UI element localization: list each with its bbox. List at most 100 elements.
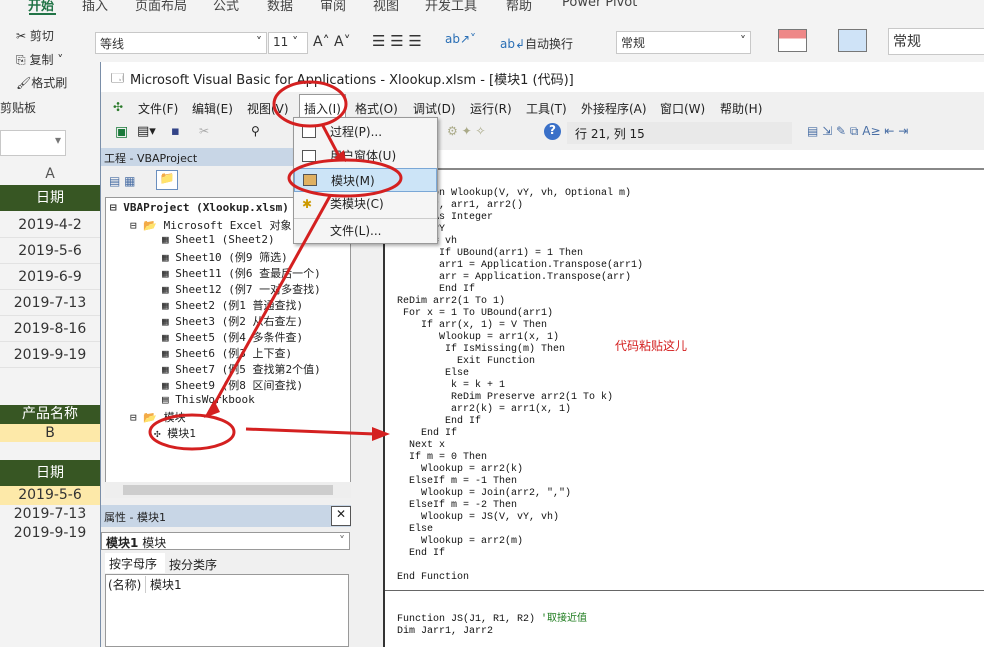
menu-debug[interactable]: 调试(D)	[413, 100, 456, 117]
tree-item[interactable]: ✣ 模块1	[154, 425, 196, 441]
align-icons[interactable]: ☰ ☰ ☰	[372, 32, 422, 50]
tab-page-layout[interactable]: 页面布局	[135, 0, 187, 14]
column-header-a[interactable]: A	[0, 166, 100, 182]
excel-icon[interactable]: ▣	[115, 124, 128, 140]
code-line[interactable]: ElseIf m = -1 Then	[397, 476, 517, 488]
cell-style-box[interactable]: 常规	[888, 28, 984, 55]
code-window[interactable]: Function Wlookup(V, vY, vh, Optional m) D…	[383, 150, 984, 647]
menu-edit[interactable]: 编辑(E)	[192, 100, 233, 117]
code-line[interactable]: ReDim Preserve arr2(1 To k)	[397, 392, 613, 404]
code-line[interactable]: Wlookup = arr2(k)	[397, 464, 523, 476]
font-name-select[interactable]: 等线 ˅	[95, 32, 267, 54]
close-properties-button[interactable]: ✕	[331, 506, 351, 526]
tree-item[interactable]: ▦ Sheet10 (例9 筛选)	[162, 249, 288, 265]
menu-item-module[interactable]: 模块(M)	[294, 168, 437, 192]
code-line[interactable]: arr2(k) = arr1(x, 1)	[397, 404, 571, 416]
tree-item[interactable]: ▦ Sheet6 (例3 上下查)	[162, 345, 292, 361]
menu-item-userform[interactable]: 用户窗体(U)	[294, 144, 437, 168]
prop-value[interactable]: 模块1	[150, 576, 182, 593]
name-box[interactable]: ▾	[0, 130, 66, 156]
code-line[interactable]: k = k + 1	[397, 380, 505, 392]
tree-item[interactable]: ▦ Sheet3 (例2 从右查左)	[162, 313, 303, 329]
scrollbar-thumb[interactable]	[123, 485, 333, 495]
cut-button[interactable]: ✂ 剪切	[16, 27, 54, 44]
date-cell[interactable]: 2019-7-13	[0, 291, 100, 316]
menu-item-class-module[interactable]: ✱ 类模块(C)	[294, 192, 437, 216]
menu-item-file[interactable]: 文件(L)...	[294, 218, 437, 242]
tree-item[interactable]: ▦ Sheet9 (例8 区间查找)	[162, 377, 303, 393]
menu-format[interactable]: 格式(O)	[355, 100, 398, 117]
tab-help[interactable]: 帮助	[506, 0, 532, 14]
properties-object-select[interactable]: 模块1 模块 ˅	[101, 532, 350, 550]
code-line[interactable]: Function JS(J1, R1, R2) '取接近值	[397, 614, 587, 626]
code-line[interactable]: ReDim arr2(1 To 1)	[397, 296, 505, 308]
tree-horizontal-scrollbar[interactable]	[105, 482, 351, 498]
code-line[interactable]: End If	[397, 428, 457, 440]
menu-tools[interactable]: 工具(T)	[526, 100, 567, 117]
tree-item[interactable]: ▦ Sheet11 (例6 查最后一个)	[162, 265, 321, 281]
code-line[interactable]: Dim Jarr1, Jarr2	[397, 626, 493, 638]
code-line[interactable]: arr1 = Application.Transpose(arr1)	[397, 260, 643, 272]
help-icon[interactable]: ?	[544, 123, 561, 140]
increase-font-icon[interactable]: A˄ A˅	[313, 34, 351, 50]
tree-item[interactable]: ▤ ThisWorkbook	[162, 393, 255, 406]
view-code-icon[interactable]: ▤ ▦	[109, 174, 136, 188]
insert-form-icon[interactable]: ▤▾	[137, 124, 156, 139]
code-line[interactable]: If IsMissing(m) Then	[397, 344, 565, 356]
tree-item[interactable]: ▦ Sheet2 (例1 普通查找)	[162, 297, 303, 313]
tab-categorized[interactable]: 按分类序	[166, 555, 221, 573]
save-icon[interactable]: ▪	[171, 124, 180, 139]
code-line[interactable]: If arr(x, 1) = V Then	[397, 320, 547, 332]
format-painter-button[interactable]: 🖌格式刷	[16, 74, 67, 91]
menu-file[interactable]: 文件(F)	[138, 100, 178, 117]
conditional-format-icon[interactable]	[778, 29, 807, 52]
menu-window[interactable]: 窗口(W)	[660, 100, 705, 117]
orientation-icon[interactable]: ab↗˅	[445, 32, 476, 46]
tree-folder[interactable]: ⊟ 📂 模块	[130, 409, 186, 425]
code-line[interactable]: ElseIf m = -2 Then	[397, 500, 517, 512]
menu-run[interactable]: 运行(R)	[470, 100, 512, 117]
date-cell[interactable]: 2019-6-9	[0, 265, 100, 290]
code-line[interactable]: For x = 1 To UBound(arr1)	[397, 308, 553, 320]
menu-help[interactable]: 帮助(H)	[720, 100, 762, 117]
tab-data[interactable]: 数据	[267, 0, 293, 14]
edit-toolbar-icons[interactable]: ▤ ⇲ ✎ ⧉ A≥ ⇤ ⇥	[807, 124, 908, 139]
cut-icon[interactable]: ✂	[199, 124, 209, 138]
date-cell[interactable]: 2019-8-16	[0, 317, 100, 342]
wrap-text-button[interactable]: ab↲自动换行	[500, 35, 573, 52]
code-line[interactable]: Wlookup = arr1(x, 1)	[397, 332, 559, 344]
date-cell[interactable]: 2019-9-19	[0, 524, 100, 543]
date-cell[interactable]: 2019-9-19	[0, 343, 100, 368]
date-cell[interactable]: 2019-4-2	[0, 213, 100, 238]
code-line[interactable]: End If	[397, 416, 481, 428]
tab-review[interactable]: 审阅	[320, 0, 346, 14]
date-cell[interactable]: 2019-5-6	[0, 239, 100, 264]
tab-alphabetic[interactable]: 按字母序	[105, 553, 165, 573]
code-line[interactable]: Wlookup = arr2(m)	[397, 536, 523, 548]
tree-item[interactable]: ▦ Sheet12 (例7 一对多查找)	[162, 281, 321, 297]
date-cell[interactable]: 2019-5-6	[0, 486, 100, 505]
tab-home[interactable]: 开始	[28, 0, 54, 14]
number-format-select[interactable]: 常规 ˅	[616, 31, 751, 54]
code-line[interactable]: Else	[397, 368, 469, 380]
code-line[interactable]: If UBound(arr1) = 1 Then	[397, 248, 583, 260]
find-icon[interactable]: ⚲	[251, 124, 260, 138]
tree-item[interactable]: ▦ Sheet1 (Sheet2)	[162, 233, 275, 246]
code-line[interactable]: Wlookup = Join(arr2, ",")	[397, 488, 571, 500]
code-line[interactable]: End If	[397, 284, 475, 296]
code-line[interactable]: End Function	[397, 572, 469, 584]
product-cell[interactable]: B	[0, 424, 100, 442]
date-cell[interactable]: 2019-7-13	[0, 505, 100, 524]
font-size-select[interactable]: 11 ˅	[268, 32, 308, 54]
code-line[interactable]: Exit Function	[397, 356, 535, 368]
tab-insert[interactable]: 插入	[82, 0, 108, 14]
menu-addins[interactable]: 外接程序(A)	[581, 100, 647, 117]
tree-project[interactable]: ⊟ VBAProject (Xlookup.xlsm)	[110, 201, 289, 214]
code-line[interactable]: Else	[397, 524, 433, 536]
tab-view[interactable]: 视图	[373, 0, 399, 14]
copy-button[interactable]: ⎘ 复制 ˅	[16, 51, 63, 68]
code-line[interactable]: Next x	[397, 440, 445, 452]
code-line[interactable]: arr = Application.Transpose(arr)	[397, 272, 631, 284]
toggle-folders-icon[interactable]: 📁	[156, 170, 178, 190]
toolbar-icons[interactable]: ⚙ ✦ ✧	[447, 124, 486, 138]
